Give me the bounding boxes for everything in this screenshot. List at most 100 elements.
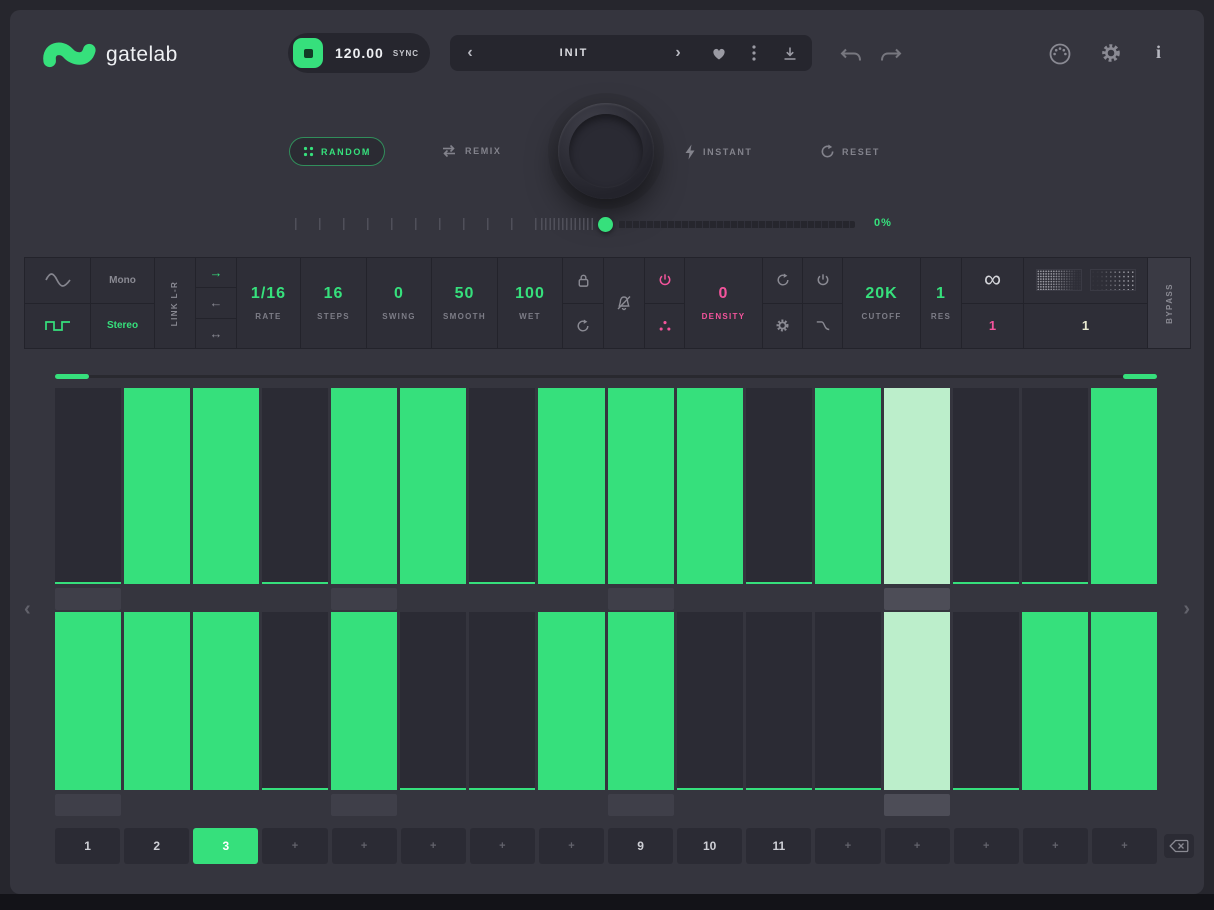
step-slider-bottom-16[interactable] xyxy=(1091,794,1157,816)
wave-square-button[interactable] xyxy=(25,303,90,349)
preset-name[interactable]: INIT xyxy=(490,47,658,59)
step-slider-bottom-8[interactable] xyxy=(538,794,604,816)
step-slider-bottom-2[interactable] xyxy=(124,794,190,816)
preset-save-button[interactable] xyxy=(768,35,812,71)
pattern-slot-7[interactable]: + xyxy=(470,828,535,864)
step-slider-bottom-9[interactable] xyxy=(608,794,674,816)
envelope-shape-button[interactable] xyxy=(803,303,842,349)
bpm-display[interactable]: 120.00 xyxy=(335,45,384,61)
step-slider-top-15[interactable] xyxy=(1022,588,1088,610)
pattern-slot-16[interactable]: + xyxy=(1092,828,1157,864)
pattern-slot-4[interactable]: + xyxy=(262,828,327,864)
envelope-power-button[interactable] xyxy=(803,258,842,303)
reset-button[interactable]: RESET xyxy=(820,144,880,159)
step-bottom-16[interactable] xyxy=(1091,612,1157,790)
step-bottom-8[interactable] xyxy=(538,612,604,790)
preset-next-button[interactable]: › xyxy=(658,35,698,71)
step-top-13[interactable] xyxy=(884,388,950,584)
step-bottom-14[interactable] xyxy=(953,612,1019,790)
pattern-slot-13[interactable]: + xyxy=(885,828,950,864)
infinity-button[interactable]: ∞ xyxy=(962,258,1023,303)
pattern-slot-10[interactable]: 10 xyxy=(677,828,742,864)
step-settings-button[interactable] xyxy=(763,303,802,349)
random-button[interactable]: RANDOM xyxy=(289,137,385,166)
midi-settings-button[interactable] xyxy=(1048,42,1072,66)
rate-cell[interactable]: 1/16 RATE xyxy=(237,258,301,348)
cutoff-control[interactable]: 20K CUTOFF xyxy=(843,258,921,348)
step-bottom-1[interactable] xyxy=(55,612,121,790)
channel-stereo-button[interactable]: Stereo xyxy=(91,303,154,349)
grid-next-button[interactable]: › xyxy=(1183,598,1190,621)
channel-mono-button[interactable]: Mono xyxy=(91,258,154,303)
step-slider-top-8[interactable] xyxy=(538,588,604,610)
step-slider-top-12[interactable] xyxy=(815,588,881,610)
swing-cell[interactable]: 0 SWING xyxy=(367,258,432,348)
preset-prev-button[interactable]: ‹ xyxy=(450,35,490,71)
step-slider-top-14[interactable] xyxy=(953,588,1019,610)
direction-forward-button[interactable]: → xyxy=(196,258,236,287)
step-slider-top-13[interactable] xyxy=(884,588,950,610)
step-bottom-5[interactable] xyxy=(331,612,397,790)
wet-cell[interactable]: 100 WET xyxy=(498,258,563,348)
step-top-9[interactable] xyxy=(608,388,674,584)
step-top-7[interactable] xyxy=(469,388,535,584)
remix-button[interactable]: REMIX xyxy=(440,144,502,158)
step-bottom-15[interactable] xyxy=(1022,612,1088,790)
density-power-button[interactable] xyxy=(645,258,684,303)
step-slider-bottom-10[interactable] xyxy=(677,794,743,816)
step-slider-bottom-14[interactable] xyxy=(953,794,1019,816)
loop-range-start-handle[interactable] xyxy=(55,374,89,379)
link-lr-button[interactable]: LINK L-R xyxy=(155,258,196,348)
instant-button[interactable]: INSTANT xyxy=(684,144,753,160)
pattern-slot-3[interactable]: 3 xyxy=(193,828,258,864)
pattern-slot-5[interactable]: + xyxy=(332,828,397,864)
step-top-14[interactable] xyxy=(953,388,1019,584)
pattern-slot-9[interactable]: 9 xyxy=(608,828,673,864)
loop-range-end-handle[interactable] xyxy=(1123,374,1157,379)
step-top-12[interactable] xyxy=(815,388,881,584)
step-top-10[interactable] xyxy=(677,388,743,584)
smooth-cell[interactable]: 50 SMOOTH xyxy=(432,258,498,348)
step-slider-bottom-1[interactable] xyxy=(55,794,121,816)
step-slider-top-7[interactable] xyxy=(469,588,535,610)
pattern-slot-11[interactable]: 11 xyxy=(746,828,811,864)
pattern-slot-8[interactable]: + xyxy=(539,828,604,864)
step-bottom-2[interactable] xyxy=(124,612,190,790)
settings-button[interactable] xyxy=(1100,42,1122,64)
infinity-channel-button[interactable]: 1 xyxy=(962,303,1023,349)
step-slider-bottom-6[interactable] xyxy=(400,794,466,816)
step-slider-top-6[interactable] xyxy=(400,588,466,610)
resonance-control[interactable]: 1 RES xyxy=(921,258,961,348)
mute-button[interactable] xyxy=(616,295,632,311)
step-slider-top-5[interactable] xyxy=(331,588,397,610)
pattern-slot-1[interactable]: 1 xyxy=(55,828,120,864)
slider-track[interactable] xyxy=(618,221,855,228)
step-slider-top-9[interactable] xyxy=(608,588,674,610)
undo-button[interactable] xyxy=(840,48,862,63)
step-bottom-13[interactable] xyxy=(884,612,950,790)
pattern-delete-button[interactable] xyxy=(1164,834,1194,858)
dither-sparse-icon[interactable] xyxy=(1090,269,1136,291)
step-top-4[interactable] xyxy=(262,388,328,584)
dither-dense-icon[interactable] xyxy=(1036,269,1082,291)
step-slider-bottom-12[interactable] xyxy=(815,794,881,816)
step-top-11[interactable] xyxy=(746,388,812,584)
pattern-slot-14[interactable]: + xyxy=(954,828,1019,864)
bypass-button[interactable]: BYPASS xyxy=(1148,258,1190,348)
grid-prev-button[interactable]: ‹ xyxy=(24,598,31,621)
loop-button[interactable] xyxy=(563,303,603,349)
direction-pingpong-button[interactable]: ↔ xyxy=(196,318,236,348)
step-slider-top-2[interactable] xyxy=(124,588,190,610)
step-top-8[interactable] xyxy=(538,388,604,584)
step-bottom-12[interactable] xyxy=(815,612,881,790)
step-slider-bottom-15[interactable] xyxy=(1022,794,1088,816)
step-bottom-7[interactable] xyxy=(469,612,535,790)
step-top-6[interactable] xyxy=(400,388,466,584)
step-top-16[interactable] xyxy=(1091,388,1157,584)
step-bottom-10[interactable] xyxy=(677,612,743,790)
preset-menu-button[interactable] xyxy=(740,35,768,71)
step-slider-bottom-3[interactable] xyxy=(193,794,259,816)
step-top-2[interactable] xyxy=(124,388,190,584)
stop-button[interactable] xyxy=(293,38,323,68)
density-dice-button[interactable] xyxy=(645,303,684,349)
